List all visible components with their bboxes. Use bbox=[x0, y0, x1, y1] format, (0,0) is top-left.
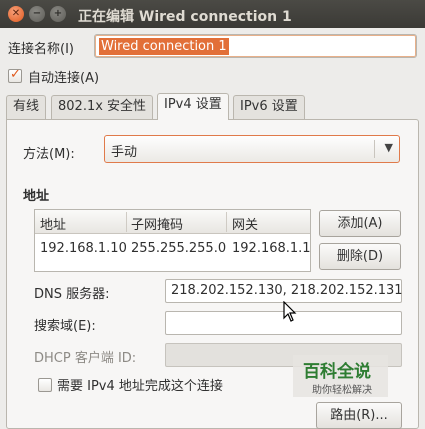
column-divider bbox=[226, 212, 227, 232]
tab-8021x-security[interactable]: 802.1x 安全性 bbox=[51, 95, 154, 119]
column-header-gateway[interactable]: 网关 bbox=[232, 214, 258, 233]
method-label: 方法(M): bbox=[23, 147, 75, 162]
watermark-subtitle: 助你轻松解决 bbox=[312, 385, 372, 396]
gateway-cell[interactable]: 192.168.1.1 bbox=[232, 241, 311, 256]
column-divider bbox=[126, 212, 127, 232]
dns-value: 218.202.152.130, 218.202.152.131 bbox=[171, 283, 403, 298]
column-header-netmask[interactable]: 子网掩码 bbox=[131, 214, 183, 233]
connection-name-input[interactable]: Wired connection 1 bbox=[94, 34, 417, 58]
require-ipv4-checkbox[interactable] bbox=[38, 378, 52, 392]
address-table-header: 地址 子网掩码 网关 bbox=[35, 210, 310, 234]
maximize-icon[interactable]: + bbox=[50, 6, 66, 22]
dns-label: DNS 服务器: bbox=[34, 287, 110, 302]
column-header-address[interactable]: 地址 bbox=[40, 214, 66, 233]
address-cell[interactable]: 192.168.1.10 bbox=[40, 241, 127, 256]
tab-ipv4-settings[interactable]: IPv4 设置 bbox=[157, 93, 229, 120]
close-icon[interactable]: ✕ bbox=[8, 6, 24, 22]
method-select[interactable]: 手动 ▼ bbox=[104, 135, 400, 163]
address-table[interactable]: 地址 子网掩码 网关 192.168.1.10 255.255.255.0 19… bbox=[34, 209, 311, 272]
title-bar: ✕ − + 正在编辑 Wired connection 1 bbox=[0, 0, 425, 28]
combo-separator bbox=[374, 140, 375, 158]
routes-button[interactable]: 路由(R)... bbox=[316, 402, 402, 429]
watermark-title: 百科全说 bbox=[303, 362, 371, 382]
search-domains-label: 搜索域(E): bbox=[34, 319, 96, 334]
window-title: 正在编辑 Wired connection 1 bbox=[78, 9, 292, 25]
netmask-cell[interactable]: 255.255.255.0 bbox=[131, 241, 226, 256]
add-address-button[interactable]: 添加(A) bbox=[319, 210, 401, 237]
chevron-down-icon: ▼ bbox=[384, 141, 393, 154]
tab-ipv6-settings[interactable]: IPv6 设置 bbox=[233, 95, 305, 119]
address-section-title: 地址 bbox=[23, 189, 50, 204]
tab-wired[interactable]: 有线 bbox=[6, 95, 47, 119]
auto-connect-checkbox[interactable] bbox=[8, 67, 22, 83]
dns-input[interactable]: 218.202.152.130, 218.202.152.131 bbox=[165, 279, 403, 303]
connection-name-label: 连接名称(I) bbox=[8, 42, 74, 57]
auto-connect-label[interactable]: 自动连接(A) bbox=[28, 67, 99, 86]
dhcp-client-id-label: DHCP 客户端 ID: bbox=[34, 351, 137, 366]
connection-name-value: Wired connection 1 bbox=[99, 38, 229, 55]
delete-address-button[interactable]: 删除(D) bbox=[319, 243, 401, 270]
require-ipv4-label[interactable]: 需要 IPv4 地址完成这个连接 bbox=[57, 375, 223, 394]
mouse-cursor-icon bbox=[283, 301, 297, 322]
minimize-icon[interactable]: − bbox=[29, 6, 45, 22]
method-value: 手动 bbox=[111, 145, 138, 160]
